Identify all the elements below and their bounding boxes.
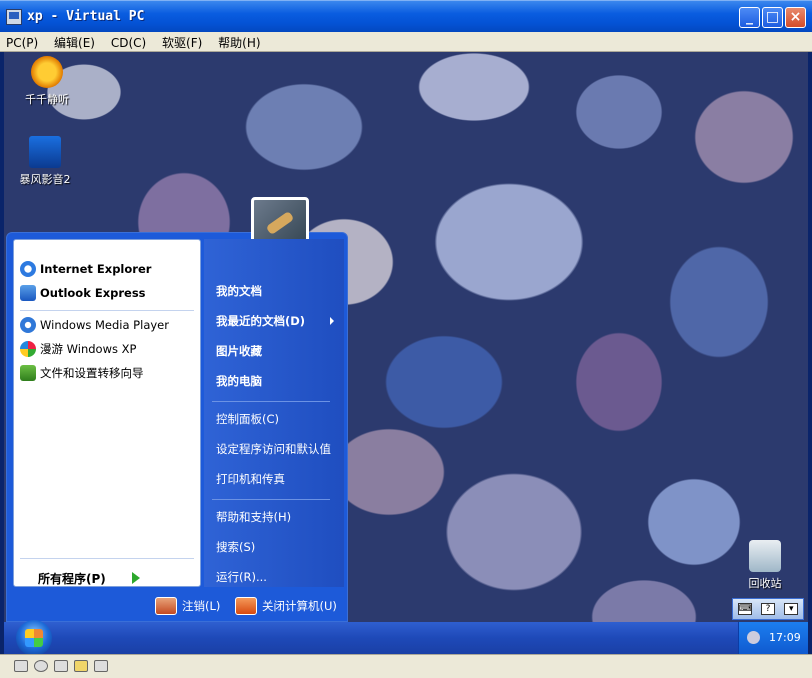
- place-run[interactable]: 运行(R)...: [216, 569, 267, 585]
- shutdown-button[interactable]: 关闭计算机(U): [235, 597, 337, 615]
- menu-pc[interactable]: PC(P): [0, 34, 44, 52]
- submenu-arrow-icon: [330, 317, 334, 325]
- floppy-icon[interactable]: [54, 660, 68, 672]
- start-menu-footer: 注销(L) 关闭计算机(U): [7, 589, 347, 621]
- green-arrow-icon: [132, 572, 140, 584]
- program-label: 文件和设置转移向导: [40, 366, 144, 380]
- power-icon: [235, 597, 257, 615]
- program-label: 漫游 Windows XP: [40, 342, 137, 356]
- lock-icon: [155, 597, 177, 615]
- program-windows-media-player[interactable]: Windows Media Player: [20, 314, 169, 336]
- desktop-icon-label: 千千静听: [25, 93, 69, 106]
- shutdown-label: 关闭计算机(U): [262, 599, 337, 613]
- program-label: Outlook Express: [40, 286, 146, 300]
- divider: [212, 499, 330, 500]
- place-program-defaults[interactable]: 设定程序访问和默认值: [216, 441, 331, 457]
- program-internet-explorer[interactable]: Internet Explorer: [20, 258, 151, 280]
- start-button[interactable]: [16, 620, 52, 656]
- place-recent-documents[interactable]: 我最近的文档(D): [216, 313, 305, 329]
- close-button[interactable]: ×: [785, 7, 806, 28]
- program-label: Windows Media Player: [40, 318, 169, 332]
- program-tour-windows-xp[interactable]: 漫游 Windows XP: [20, 338, 136, 360]
- desktop-icon-storm-player[interactable]: 暴风影音2: [10, 136, 80, 187]
- clock[interactable]: 17:09: [769, 631, 801, 644]
- menu-edit[interactable]: 编辑(E): [48, 32, 101, 53]
- program-transfer-wizard[interactable]: 文件和设置转移向导: [20, 362, 144, 384]
- start-menu-places: 我的文档 我最近的文档(D) 图片收藏 我的电脑 控制面板(C) 设定程序访问和…: [204, 239, 344, 587]
- ttpod-icon: [31, 56, 63, 88]
- desktop-icon-label: 暴风影音2: [19, 173, 71, 186]
- virtual-pc-icon: [6, 9, 22, 25]
- place-my-pictures[interactable]: 图片收藏: [216, 343, 262, 359]
- place-my-documents[interactable]: 我的文档: [216, 283, 262, 299]
- start-menu: Internet Explorer Outlook Express Window…: [6, 197, 348, 622]
- options-arrow-icon[interactable]: ▾: [784, 603, 799, 615]
- menu-cd[interactable]: CD(C): [105, 34, 152, 52]
- place-my-computer[interactable]: 我的电脑: [216, 373, 262, 389]
- outlook-express-icon: [20, 285, 36, 301]
- place-printers-faxes[interactable]: 打印机和传真: [216, 471, 285, 487]
- recycle-bin-icon: [749, 540, 781, 572]
- menu-floppy[interactable]: 软驱(F): [156, 32, 208, 53]
- storm-player-icon: [29, 136, 61, 168]
- menu-help[interactable]: 帮助(H): [212, 32, 266, 53]
- windows-logo-icon: [20, 341, 36, 357]
- place-help-support[interactable]: 帮助和支持(H): [216, 509, 291, 525]
- virtual-pc-window: xp - Virtual PC _ □ × PC(P) 编辑(E) CD(C) …: [0, 0, 812, 678]
- minimize-button[interactable]: _: [739, 7, 760, 28]
- title-bar[interactable]: xp - Virtual PC _ □ ×: [0, 0, 812, 32]
- divider: [212, 401, 330, 402]
- desktop-icon-label: 回收站: [748, 577, 782, 590]
- logoff-label: 注销(L): [182, 599, 221, 613]
- window-title: xp - Virtual PC: [27, 9, 145, 24]
- media-player-icon: [20, 317, 36, 333]
- cd-icon[interactable]: [34, 660, 48, 672]
- divider: [20, 558, 194, 559]
- all-programs-button[interactable]: 所有程序(P): [38, 570, 106, 587]
- start-menu-programs: Internet Explorer Outlook Express Window…: [13, 239, 201, 587]
- keyboard-icon[interactable]: ⌨: [737, 603, 752, 615]
- desktop-icon-ttpod[interactable]: 千千静听: [12, 56, 82, 107]
- menu-bar: PC(P) 编辑(E) CD(C) 软驱(F) 帮助(H): [0, 32, 812, 52]
- system-tray: 17:09: [738, 622, 808, 654]
- divider: [20, 310, 194, 311]
- place-search[interactable]: 搜索(S): [216, 539, 255, 555]
- shared-folder-icon[interactable]: [74, 660, 88, 672]
- maximize-button[interactable]: □: [762, 7, 783, 28]
- virtual-pc-status-bar: [0, 654, 812, 678]
- language-bar[interactable]: ⌨ ? ▾: [732, 598, 804, 620]
- taskbar: 17:09: [4, 620, 808, 656]
- place-control-panel[interactable]: 控制面板(C): [216, 411, 279, 427]
- program-outlook-express[interactable]: Outlook Express: [20, 282, 146, 304]
- hard-disk-icon[interactable]: [14, 660, 28, 672]
- transfer-wizard-icon: [20, 365, 36, 381]
- volume-icon[interactable]: [747, 631, 760, 644]
- help-icon[interactable]: ?: [760, 603, 775, 615]
- program-label: Internet Explorer: [40, 262, 152, 276]
- logoff-button[interactable]: 注销(L): [155, 597, 220, 615]
- internet-explorer-icon: [20, 261, 36, 277]
- desktop-icon-recycle-bin[interactable]: 回收站: [730, 540, 800, 591]
- network-icon[interactable]: [94, 660, 108, 672]
